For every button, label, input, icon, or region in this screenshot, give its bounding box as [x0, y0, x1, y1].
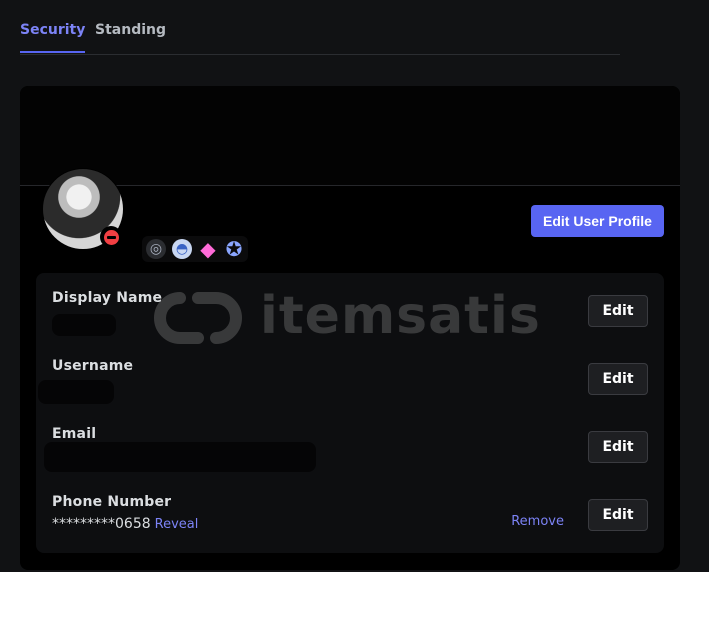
gem-badge-icon[interactable]: ◆: [198, 237, 218, 261]
username-field: Username Edit: [38, 358, 648, 418]
display-name-field: Display Name Edit: [52, 290, 648, 350]
edit-username-button[interactable]: Edit: [588, 363, 648, 395]
phone-number-label: Phone Number: [52, 494, 172, 510]
email-label: Email: [52, 426, 97, 442]
badge-list: ◎ ◓ ◆ ✪: [142, 236, 248, 262]
do-not-disturb-icon: [103, 229, 119, 245]
account-settings-window: Security Standing ◎ ◓ ◆ ✪ Edit User Prof…: [0, 0, 709, 572]
redacted-value: [52, 314, 116, 336]
redacted-value: [44, 442, 316, 472]
status-badge: [100, 226, 122, 248]
reveal-link[interactable]: Reveal: [155, 517, 199, 532]
edit-phone-button[interactable]: Edit: [588, 499, 648, 531]
redacted-value: [38, 380, 114, 404]
email-field: Email Edit: [44, 426, 648, 486]
avatar-container: [42, 168, 124, 250]
remove-phone-link[interactable]: Remove: [511, 514, 564, 529]
profile-card: ◎ ◓ ◆ ✪ Edit User Profile Display Name E…: [20, 86, 680, 570]
tab-standing[interactable]: Standing: [95, 22, 166, 52]
phone-number-field: Phone Number *********0658 Reveal Remove …: [52, 494, 648, 554]
masked-phone-number: *********0658: [52, 516, 151, 532]
edit-email-button[interactable]: Edit: [588, 431, 648, 463]
account-info-panel: Display Name Edit Username Edit Email Ed…: [36, 273, 664, 553]
display-name-label: Display Name: [52, 290, 163, 306]
edit-display-name-button[interactable]: Edit: [588, 295, 648, 327]
gear-badge-icon[interactable]: ✪: [224, 237, 244, 261]
helmet-badge-icon[interactable]: ◓: [172, 239, 192, 259]
phone-number-value: *********0658 Reveal: [52, 516, 198, 532]
boost-badge-icon[interactable]: ◎: [146, 239, 166, 259]
tab-bar: Security Standing: [20, 0, 620, 55]
tab-security[interactable]: Security: [20, 22, 86, 53]
username-label: Username: [52, 358, 134, 374]
edit-user-profile-button[interactable]: Edit User Profile: [531, 205, 664, 237]
